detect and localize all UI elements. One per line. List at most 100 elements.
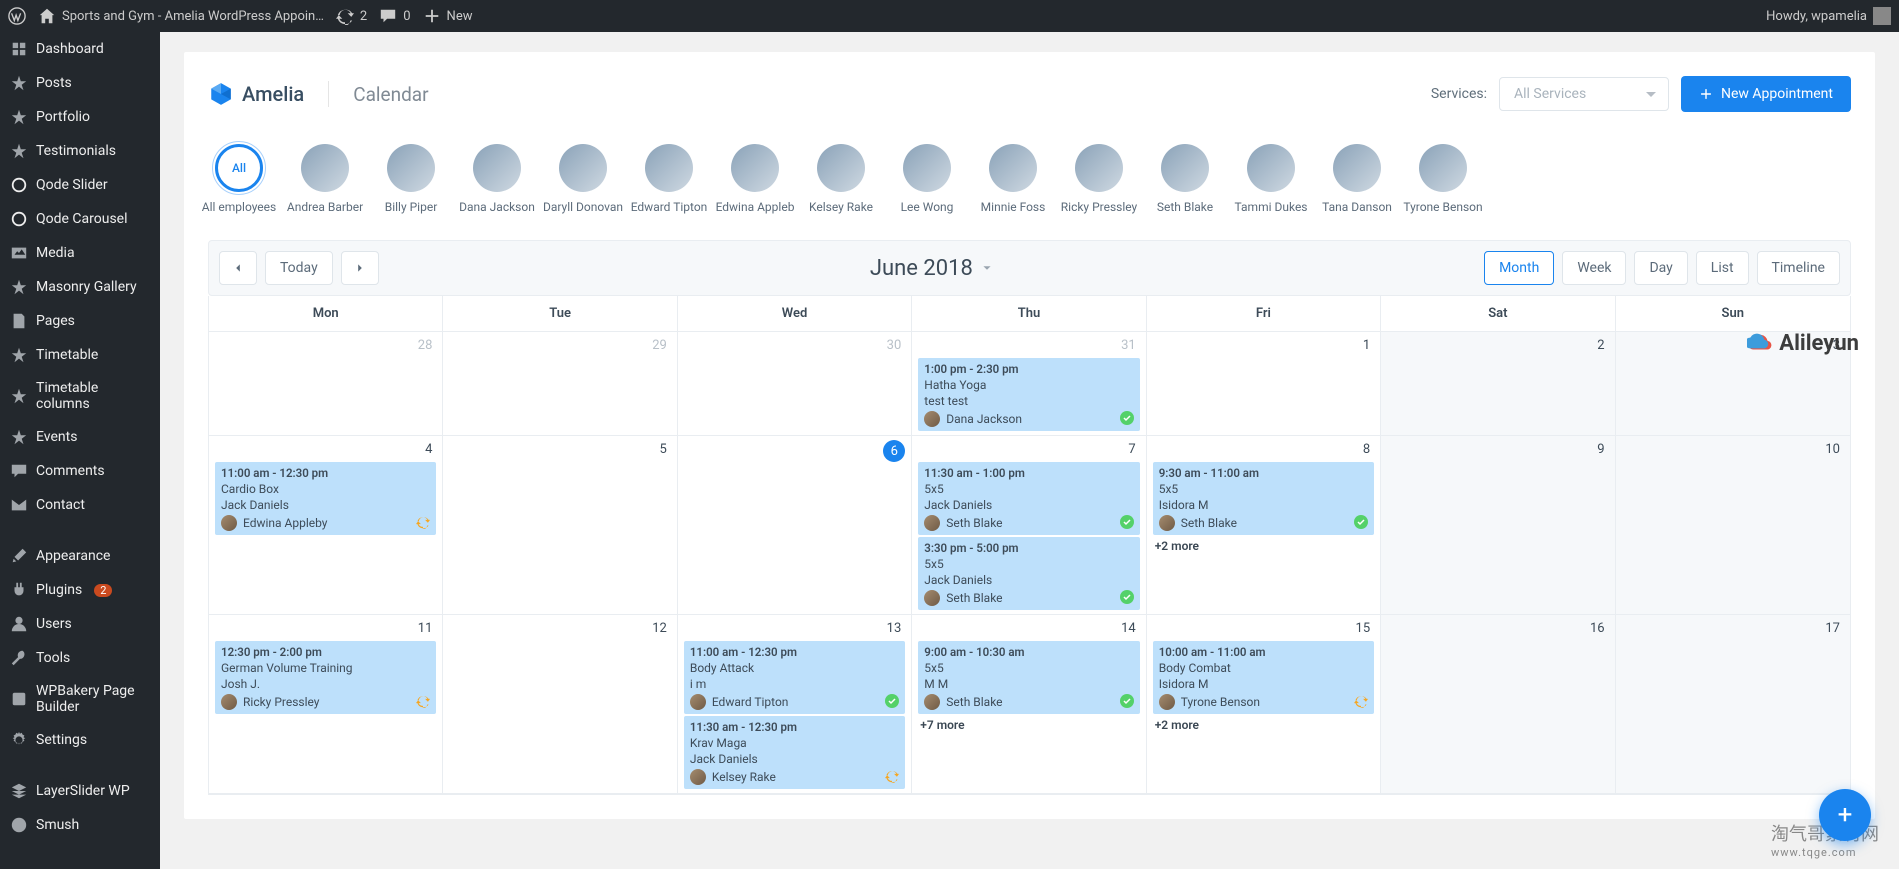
sidebar-item-users[interactable]: Users bbox=[0, 607, 160, 641]
employee-name: Ricky Pressley bbox=[1061, 200, 1138, 214]
more-events-link[interactable]: +2 more bbox=[1153, 718, 1374, 732]
wp-logo[interactable] bbox=[8, 7, 26, 25]
site-title[interactable]: Sports and Gym - Amelia WordPress Appoin… bbox=[38, 7, 324, 25]
sidebar-item-timetable-columns[interactable]: Timetable columns bbox=[0, 372, 160, 420]
event-service: 5x5 bbox=[924, 661, 1133, 675]
sidebar-item-comments[interactable]: Comments bbox=[0, 454, 160, 488]
employee-andrea-barber[interactable]: Andrea Barber bbox=[294, 144, 356, 214]
user-greeting[interactable]: Howdy, wpamelia bbox=[1766, 7, 1891, 25]
sidebar-item-settings[interactable]: Settings bbox=[0, 723, 160, 757]
sidebar-item-appearance[interactable]: Appearance bbox=[0, 539, 160, 573]
employee-name: Seth Blake bbox=[1157, 200, 1213, 214]
sidebar-item-label: Dashboard bbox=[36, 41, 104, 57]
calendar-cell[interactable]: 2 bbox=[1381, 332, 1615, 436]
event-customer: Isidora M bbox=[1159, 498, 1368, 512]
mail-icon bbox=[10, 496, 28, 514]
comments[interactable]: 0 bbox=[379, 7, 410, 25]
date-number: 4 bbox=[425, 442, 432, 457]
event-customer: test test bbox=[924, 394, 1133, 408]
calendar-cell[interactable]: 16 bbox=[1381, 615, 1615, 794]
view-list-button[interactable]: List bbox=[1696, 251, 1749, 285]
sidebar-item-masonry-gallery[interactable]: Masonry Gallery bbox=[0, 270, 160, 304]
view-month-button[interactable]: Month bbox=[1484, 251, 1554, 285]
calendar-cell[interactable]: 9 bbox=[1381, 436, 1615, 615]
sidebar-item-media[interactable]: Media bbox=[0, 236, 160, 270]
employee-ricky-pressley[interactable]: Ricky Pressley bbox=[1068, 144, 1130, 214]
employee-tammi-dukes[interactable]: Tammi Dukes bbox=[1240, 144, 1302, 214]
calendar-cell[interactable]: 30 bbox=[678, 332, 912, 436]
sidebar-item-timetable[interactable]: Timetable bbox=[0, 338, 160, 372]
appointment-event[interactable]: 11:30 am - 1:00 pm5x5Jack DanielsSeth Bl… bbox=[918, 462, 1139, 535]
sidebar-item-smush[interactable]: Smush bbox=[0, 808, 160, 842]
appointment-event[interactable]: 11:30 am - 12:30 pmKrav MagaJack Daniels… bbox=[684, 716, 905, 789]
calendar-cell[interactable]: 17 bbox=[1616, 615, 1850, 794]
view-day-button[interactable]: Day bbox=[1634, 251, 1687, 285]
employee-seth-blake[interactable]: Seth Blake bbox=[1154, 144, 1216, 214]
calendar-cell[interactable]: 29 bbox=[443, 332, 677, 436]
sidebar-item-contact[interactable]: Contact bbox=[0, 488, 160, 522]
sidebar-item-layerslider-wp[interactable]: LayerSlider WP bbox=[0, 774, 160, 808]
more-events-link[interactable]: +2 more bbox=[1153, 539, 1374, 553]
appointment-event[interactable]: 1:00 pm - 2:30 pmHatha Yogatest testDana… bbox=[918, 358, 1139, 431]
view-timeline-button[interactable]: Timeline bbox=[1757, 251, 1840, 285]
sidebar-item-wpbakery-page-builder[interactable]: WPBakery Page Builder bbox=[0, 675, 160, 723]
employee-kelsey-rake[interactable]: Kelsey Rake bbox=[810, 144, 872, 214]
calendar-cell[interactable]: 1311:00 am - 12:30 pmBody Attacki mEdwar… bbox=[678, 615, 912, 794]
employee-billy-piper[interactable]: Billy Piper bbox=[380, 144, 442, 214]
calendar-cell[interactable]: 4 11:00 am - 12:30 pmCardio BoxJack Danie… bbox=[209, 436, 443, 615]
sidebar-item-pages[interactable]: Pages bbox=[0, 304, 160, 338]
calendar-cell[interactable]: 3 bbox=[1616, 332, 1850, 436]
calendar-cell[interactable]: 311:00 pm - 2:30 pmHatha Yogatest testDa… bbox=[912, 332, 1146, 436]
employee-lee-wong[interactable]: Lee Wong bbox=[896, 144, 958, 214]
day-header: Fri bbox=[1147, 296, 1381, 332]
calendar-cell[interactable]: 12 bbox=[443, 615, 677, 794]
calendar-cell[interactable]: 6 bbox=[678, 436, 912, 615]
sidebar-item-qode-carousel[interactable]: Qode Carousel bbox=[0, 202, 160, 236]
employee-dana-jackson[interactable]: Dana Jackson bbox=[466, 144, 528, 214]
sidebar-item-tools[interactable]: Tools bbox=[0, 641, 160, 675]
sidebar-item-portfolio[interactable]: Portfolio bbox=[0, 100, 160, 134]
new-appointment-button[interactable]: New Appointment bbox=[1681, 76, 1851, 112]
employee-all[interactable]: AllAll employees bbox=[208, 144, 270, 214]
employee-tyrone-benson[interactable]: Tyrone Benson bbox=[1412, 144, 1474, 214]
employee-tana-danson[interactable]: Tana Danson bbox=[1326, 144, 1388, 214]
next-button[interactable] bbox=[341, 251, 379, 285]
calendar-cell[interactable]: 1510:00 am - 11:00 amBody CombatIsidora … bbox=[1147, 615, 1381, 794]
new-content[interactable]: New bbox=[423, 7, 473, 25]
sidebar-item-dashboard[interactable]: Dashboard bbox=[0, 32, 160, 66]
updates[interactable]: 2 bbox=[336, 7, 367, 25]
wp-admin-bar: Sports and Gym - Amelia WordPress Appoin… bbox=[0, 0, 1899, 32]
appointment-event[interactable]: 11:00 am - 12:30 pmCardio BoxJack Daniel… bbox=[215, 462, 436, 535]
sidebar-item-qode-slider[interactable]: Qode Slider bbox=[0, 168, 160, 202]
sidebar-item-testimonials[interactable]: Testimonials bbox=[0, 134, 160, 168]
calendar-title[interactable]: June 2018 bbox=[870, 256, 993, 281]
sidebar-item-posts[interactable]: Posts bbox=[0, 66, 160, 100]
calendar-cell[interactable]: 89:30 am - 11:00 am5x5Isidora MSeth Blak… bbox=[1147, 436, 1381, 615]
appointment-event[interactable]: 12:30 pm - 2:00 pmGerman Volume Training… bbox=[215, 641, 436, 714]
employee-edward-tipton[interactable]: Edward Tipton bbox=[638, 144, 700, 214]
calendar-cell[interactable]: 28 bbox=[209, 332, 443, 436]
appointment-event[interactable]: 10:00 am - 11:00 amBody CombatIsidora MT… bbox=[1153, 641, 1374, 714]
employee-edwina-appleb[interactable]: Edwina Appleb bbox=[724, 144, 786, 214]
view-week-button[interactable]: Week bbox=[1562, 251, 1626, 285]
appointment-event[interactable]: 11:00 am - 12:30 pmBody Attacki mEdward … bbox=[684, 641, 905, 714]
more-events-link[interactable]: +7 more bbox=[918, 718, 1139, 732]
services-select[interactable]: All Services bbox=[1499, 77, 1669, 111]
sidebar-item-label: Events bbox=[36, 429, 77, 445]
appointment-event[interactable]: 9:00 am - 10:30 am5x5M MSeth Blake bbox=[918, 641, 1139, 714]
calendar-cell[interactable]: 711:30 am - 1:00 pm5x5Jack DanielsSeth B… bbox=[912, 436, 1146, 615]
calendar-cell[interactable]: 5 bbox=[443, 436, 677, 615]
sidebar-item-events[interactable]: Events bbox=[0, 420, 160, 454]
calendar-cell[interactable]: 149:00 am - 10:30 am5x5M MSeth Blake+7 m… bbox=[912, 615, 1146, 794]
calendar-cell[interactable]: 1 bbox=[1147, 332, 1381, 436]
appointment-event[interactable]: 9:30 am - 11:00 am5x5Isidora MSeth Blake bbox=[1153, 462, 1374, 535]
fab-button[interactable]: + bbox=[1819, 789, 1871, 841]
today-button[interactable]: Today bbox=[265, 251, 333, 285]
calendar-cell[interactable]: 10 bbox=[1616, 436, 1850, 615]
prev-button[interactable] bbox=[219, 251, 257, 285]
sidebar-item-plugins[interactable]: Plugins2 bbox=[0, 573, 160, 607]
employee-minnie-foss[interactable]: Minnie Foss bbox=[982, 144, 1044, 214]
calendar-cell[interactable]: 1112:30 pm - 2:00 pmGerman Volume Traini… bbox=[209, 615, 443, 794]
employee-daryll-donovan[interactable]: Daryll Donovan bbox=[552, 144, 614, 214]
appointment-event[interactable]: 3:30 pm - 5:00 pm5x5Jack DanielsSeth Bla… bbox=[918, 537, 1139, 610]
